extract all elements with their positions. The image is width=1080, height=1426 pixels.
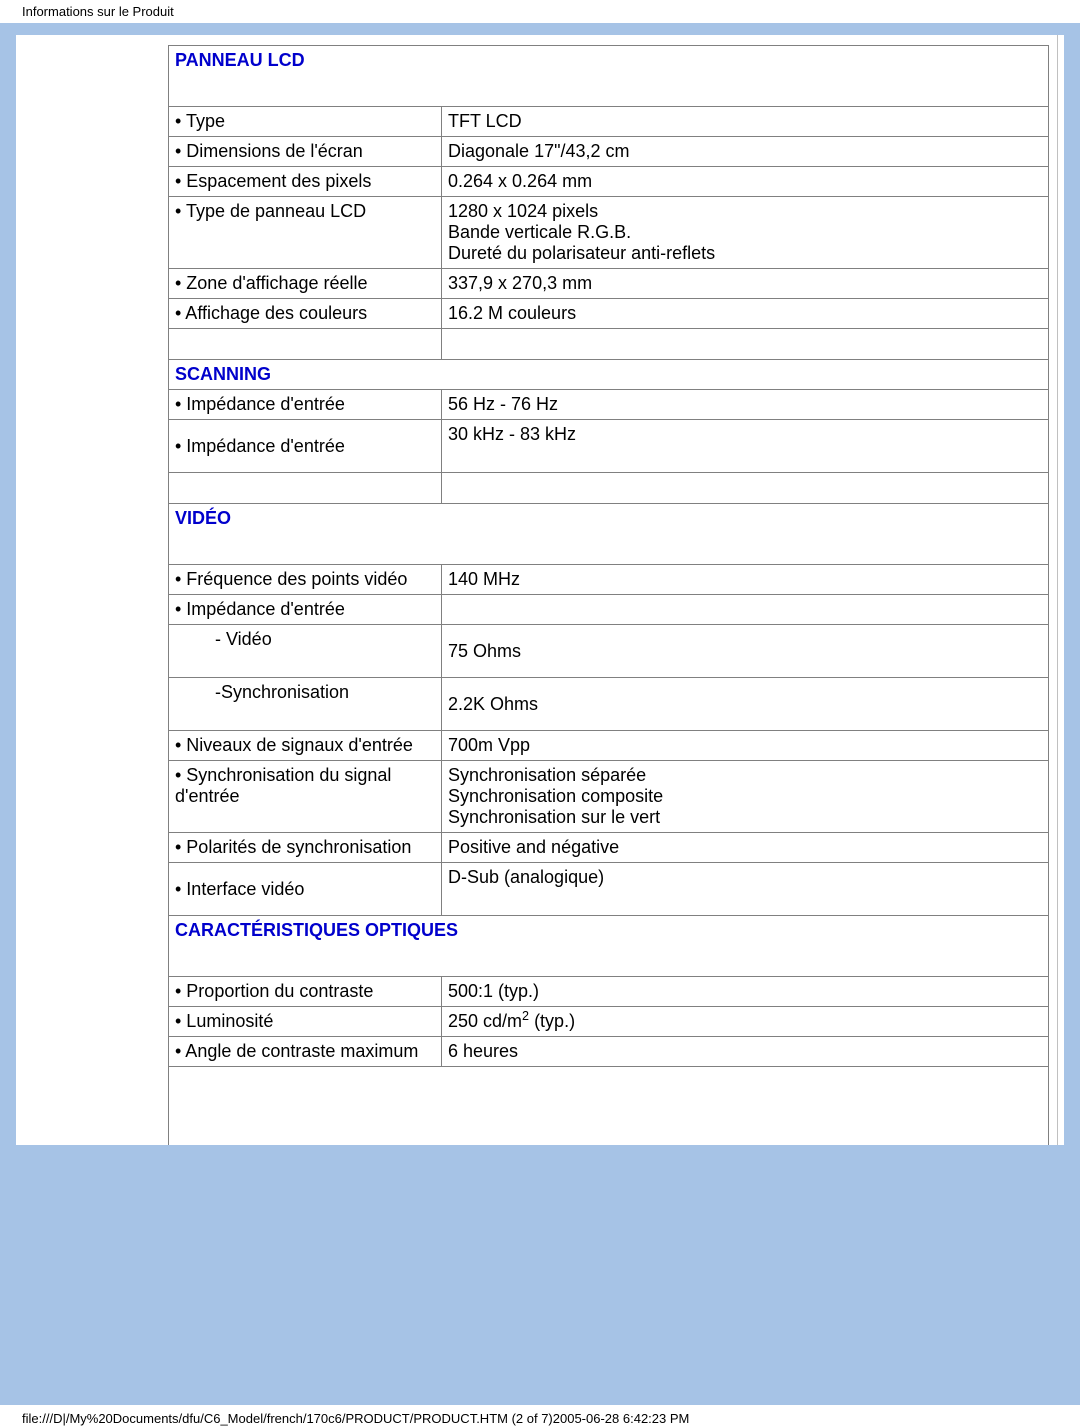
content-frame: Panneau LCD • Type TFT LCD • Dimensions … bbox=[0, 23, 1080, 1405]
cell-label: • Impédance d'entrée bbox=[169, 420, 442, 473]
cell-value: 16.2 M couleurs bbox=[442, 299, 1049, 329]
cell-label: • Interface vidéo bbox=[169, 863, 442, 916]
section-scanning-title: Scanning bbox=[169, 360, 1049, 390]
cell-line: Synchronisation sur le vert bbox=[448, 807, 660, 827]
cell-line: Synchronisation composite bbox=[448, 786, 663, 806]
cell-value: Positive and négative bbox=[442, 833, 1049, 863]
cell-value: 500:1 (typ.) bbox=[442, 977, 1049, 1007]
cell-line: -Synchronisation bbox=[175, 682, 349, 703]
cell-value: 30 kHz - 83 kHz bbox=[442, 420, 1049, 473]
cell-value: 75 Ohms bbox=[442, 625, 1049, 678]
cell-label: • Dimensions de l'écran bbox=[169, 137, 442, 167]
side-column bbox=[16, 35, 168, 1145]
cell-value: 1280 x 1024 pixels Bande verticale R.G.B… bbox=[442, 197, 1049, 269]
section-optic-title: Caractéristiques optiques bbox=[169, 916, 1049, 977]
cell-line: d'entrée bbox=[175, 786, 240, 806]
cell-value: D-Sub (analogique) bbox=[442, 863, 1049, 916]
doc-header: Informations sur le Produit bbox=[0, 0, 1080, 23]
cell-label: - Vidéo bbox=[169, 625, 442, 678]
cell-value bbox=[442, 595, 1049, 625]
cell-label: • Niveaux de signaux d'entrée bbox=[169, 731, 442, 761]
cell-line: 1280 x 1024 pixels bbox=[448, 201, 598, 221]
cell-empty bbox=[169, 473, 442, 504]
doc-footer: file:///D|/My%20Documents/dfu/C6_Model/f… bbox=[0, 1405, 1080, 1426]
cell-empty bbox=[169, 329, 442, 360]
cell-line: Dureté du polarisateur anti-reflets bbox=[448, 243, 715, 263]
cell-line: Synchronisation séparée bbox=[448, 765, 646, 785]
section-lcd-title: Panneau LCD bbox=[169, 46, 1049, 107]
cell-label: • Synchronisation du signal d'entrée bbox=[169, 761, 442, 833]
cell-line: • Synchronisation du signal bbox=[175, 765, 391, 785]
cell-line: 250 cd/m bbox=[448, 1011, 522, 1031]
section-video-title: Vidéo bbox=[169, 504, 1049, 565]
cell-value: 6 heures bbox=[442, 1037, 1049, 1067]
cell-label: • Impédance d'entrée bbox=[169, 595, 442, 625]
cell-value: Synchronisation séparée Synchronisation … bbox=[442, 761, 1049, 833]
cell-line: (typ.) bbox=[529, 1011, 575, 1031]
cell-value: Diagonale 17"/43,2 cm bbox=[442, 137, 1049, 167]
cell-empty bbox=[442, 329, 1049, 360]
spec-table: Panneau LCD • Type TFT LCD • Dimensions … bbox=[168, 45, 1049, 1145]
cell-label: • Angle de contraste maximum bbox=[169, 1037, 442, 1067]
cell-label: • Luminosité bbox=[169, 1007, 442, 1037]
right-edge bbox=[1057, 35, 1064, 1145]
page: Informations sur le Produit Panneau LCD … bbox=[0, 0, 1080, 1426]
cell-value: TFT LCD bbox=[442, 107, 1049, 137]
superscript: 2 bbox=[522, 1009, 529, 1023]
cell-value: 140 MHz bbox=[442, 565, 1049, 595]
cell-value: 56 Hz - 76 Hz bbox=[442, 390, 1049, 420]
cell-label: • Polarités de synchronisation bbox=[169, 833, 442, 863]
cell-label: • Espacement des pixels bbox=[169, 167, 442, 197]
cell-label: • Affichage des couleurs bbox=[169, 299, 442, 329]
cell-value: 337,9 x 270,3 mm bbox=[442, 269, 1049, 299]
cell-empty bbox=[169, 1067, 1049, 1146]
cell-label: • Type de panneau LCD bbox=[169, 197, 442, 269]
cell-label: • Fréquence des points vidéo bbox=[169, 565, 442, 595]
content-box: Panneau LCD • Type TFT LCD • Dimensions … bbox=[16, 35, 1064, 1145]
cell-line: - Vidéo bbox=[175, 629, 272, 650]
cell-label: • Type bbox=[169, 107, 442, 137]
cell-label: • Impédance d'entrée bbox=[169, 390, 442, 420]
main-column: Panneau LCD • Type TFT LCD • Dimensions … bbox=[168, 35, 1057, 1145]
cell-value: 250 cd/m2 (typ.) bbox=[442, 1007, 1049, 1037]
cell-label: • Proportion du contraste bbox=[169, 977, 442, 1007]
cell-empty bbox=[442, 473, 1049, 504]
cell-value: 2.2K Ohms bbox=[442, 678, 1049, 731]
cell-line: Bande verticale R.G.B. bbox=[448, 222, 631, 242]
cell-label: -Synchronisation bbox=[169, 678, 442, 731]
cell-value: 0.264 x 0.264 mm bbox=[442, 167, 1049, 197]
cell-label: • Zone d'affichage réelle bbox=[169, 269, 442, 299]
cell-value: 700m Vpp bbox=[442, 731, 1049, 761]
